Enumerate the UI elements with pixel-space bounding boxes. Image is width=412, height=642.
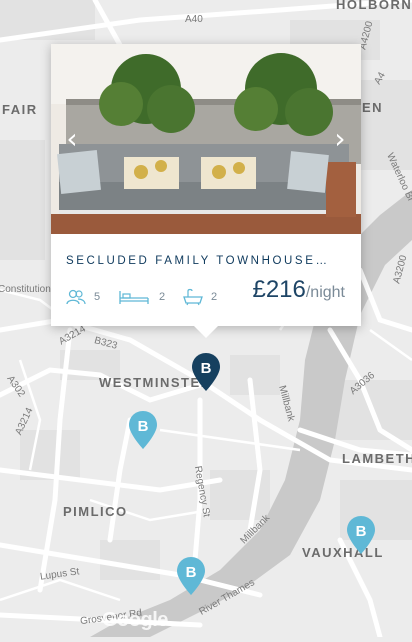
map-pin-selected[interactable]: B <box>191 352 221 392</box>
price-amount: £216 <box>252 276 306 303</box>
beds-count: 2 <box>119 288 165 306</box>
sofa-image <box>51 44 361 234</box>
map-pin[interactable]: B <box>346 515 376 555</box>
guests-number: 5 <box>94 291 101 303</box>
guests-count: 5 <box>66 288 100 306</box>
baths-count: 2 <box>183 288 217 306</box>
map-pin[interactable]: B <box>128 410 158 450</box>
area-label-holborn: HOLBORN <box>336 0 412 12</box>
svg-text:B: B <box>186 564 197 581</box>
map-pin-icon: B <box>347 516 375 554</box>
map-pin[interactable]: B <box>176 556 206 596</box>
price-unit: /night <box>305 284 345 301</box>
map-pin-icon: B <box>192 353 220 391</box>
listing-photo[interactable]: ‹ › <box>51 44 361 234</box>
bed-icon <box>119 291 149 304</box>
guests-icon <box>66 289 86 305</box>
price: £216/night <box>252 276 345 304</box>
svg-text:B: B <box>356 523 367 540</box>
area-label-lambeth: LAMBETH <box>342 451 412 466</box>
area-label-en: EN <box>362 100 384 115</box>
area-label-fair: FAIR <box>2 102 38 117</box>
svg-text:B: B <box>201 360 212 377</box>
chevron-left-icon[interactable]: ‹ <box>57 124 87 154</box>
map-pin-icon: B <box>177 557 205 595</box>
road-label-constitution: Constitution <box>0 284 51 295</box>
map-pin-icon: B <box>129 411 157 449</box>
chevron-right-icon[interactable]: › <box>325 124 355 154</box>
listing-title[interactable]: SECLUDED FAMILY TOWNHOUSE… <box>66 255 346 267</box>
road-label-a40: A40 <box>185 14 203 25</box>
google-logo: Google <box>102 609 168 631</box>
beds-number: 2 <box>159 291 166 303</box>
area-label-pimlico: PIMLICO <box>63 504 128 519</box>
baths-number: 2 <box>211 291 218 303</box>
listing-card[interactable]: ‹ › SECLUDED FAMILY TOWNHOUSE… 5 2 2 £21… <box>51 44 361 338</box>
bath-icon <box>183 288 203 306</box>
svg-text:B: B <box>138 418 149 435</box>
